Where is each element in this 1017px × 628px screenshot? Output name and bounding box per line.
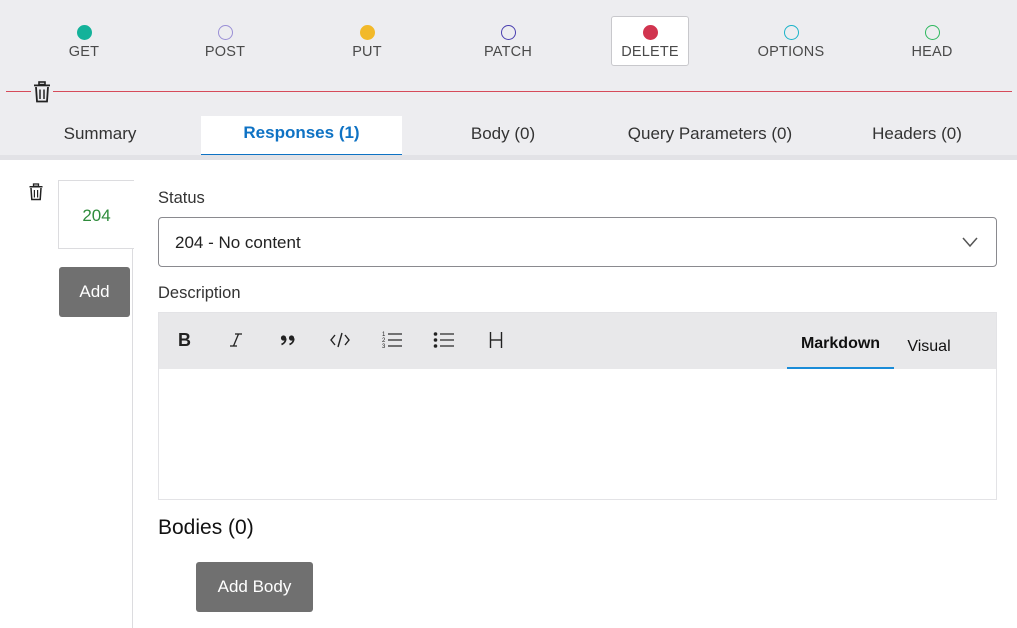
trash-icon xyxy=(29,183,43,201)
method-dot-icon xyxy=(500,25,516,40)
method-patch[interactable]: PATCH xyxy=(469,16,547,66)
tab-responses[interactable]: Responses (1) xyxy=(201,116,402,157)
bullet-list-icon[interactable] xyxy=(430,326,458,354)
tab-markdown-label: Markdown xyxy=(800,335,881,352)
add-response-button[interactable]: Add xyxy=(59,267,130,317)
delete-operation-button[interactable] xyxy=(31,80,53,104)
method-dot-icon xyxy=(76,25,92,40)
status-value: 204 - No content xyxy=(175,233,301,252)
response-item-204[interactable]: 204 xyxy=(58,180,134,249)
method-label: PUT xyxy=(352,44,382,60)
editor-toolbar: B 123 Markdown Visual xyxy=(159,313,996,369)
italic-icon[interactable] xyxy=(222,326,250,354)
bold-icon[interactable]: B xyxy=(170,326,198,354)
tabs-underline xyxy=(0,155,1017,160)
response-list-divider xyxy=(132,249,133,628)
method-dot-icon xyxy=(217,25,233,40)
method-dot-icon xyxy=(642,25,658,40)
method-put[interactable]: PUT xyxy=(328,16,406,66)
method-dot-icon xyxy=(783,25,799,40)
method-post[interactable]: POST xyxy=(186,16,264,66)
status-select[interactable]: 204 - No content xyxy=(158,217,997,267)
method-label: HEAD xyxy=(911,44,953,60)
delete-response-button[interactable] xyxy=(27,183,45,201)
method-options[interactable]: OPTIONS xyxy=(752,16,830,66)
method-dot-icon xyxy=(359,25,375,40)
method-selector: GET POST PUT PATCH DELETE OPTIONS HEAD xyxy=(0,0,1017,80)
chevron-down-icon xyxy=(962,237,978,248)
tab-headers[interactable]: Headers (0) xyxy=(852,117,982,158)
tab-visual[interactable]: Visual xyxy=(894,313,964,369)
description-label: Description xyxy=(158,284,241,302)
code-icon[interactable] xyxy=(326,326,354,354)
method-delete[interactable]: DELETE xyxy=(611,16,689,66)
method-label: DELETE xyxy=(621,44,679,60)
response-code: 204 xyxy=(82,206,111,225)
ordered-list-icon[interactable]: 123 xyxy=(378,326,406,354)
add-body-button[interactable]: Add Body xyxy=(196,562,313,612)
method-get[interactable]: GET xyxy=(45,16,123,66)
method-label: GET xyxy=(68,44,100,60)
quote-icon[interactable] xyxy=(274,326,302,354)
description-editor: B 123 Markdown Visual xyxy=(158,312,997,500)
method-head[interactable]: HEAD xyxy=(893,16,971,66)
method-dot-icon xyxy=(924,25,940,40)
description-textarea[interactable] xyxy=(159,369,996,499)
tab-query-parameters[interactable]: Query Parameters (0) xyxy=(605,117,815,158)
svg-text:3: 3 xyxy=(382,344,386,350)
method-label: POST xyxy=(204,44,246,60)
tab-summary[interactable]: Summary xyxy=(40,117,160,158)
operation-tabs: Summary Responses (1) Body (0) Query Par… xyxy=(0,115,1017,158)
method-label: PATCH xyxy=(484,44,532,60)
operation-divider xyxy=(6,91,1012,92)
tab-body[interactable]: Body (0) xyxy=(450,117,556,158)
tab-markdown[interactable]: Markdown xyxy=(787,313,894,369)
heading-icon[interactable] xyxy=(482,326,510,354)
svg-text:B: B xyxy=(178,331,191,349)
method-label: OPTIONS xyxy=(757,44,825,60)
tab-visual-label: Visual xyxy=(907,338,951,355)
status-label: Status xyxy=(158,189,205,207)
method-header: GET POST PUT PATCH DELETE OPTIONS HEAD S… xyxy=(0,0,1017,158)
trash-icon xyxy=(34,81,50,103)
bodies-heading: Bodies (0) xyxy=(158,516,254,539)
